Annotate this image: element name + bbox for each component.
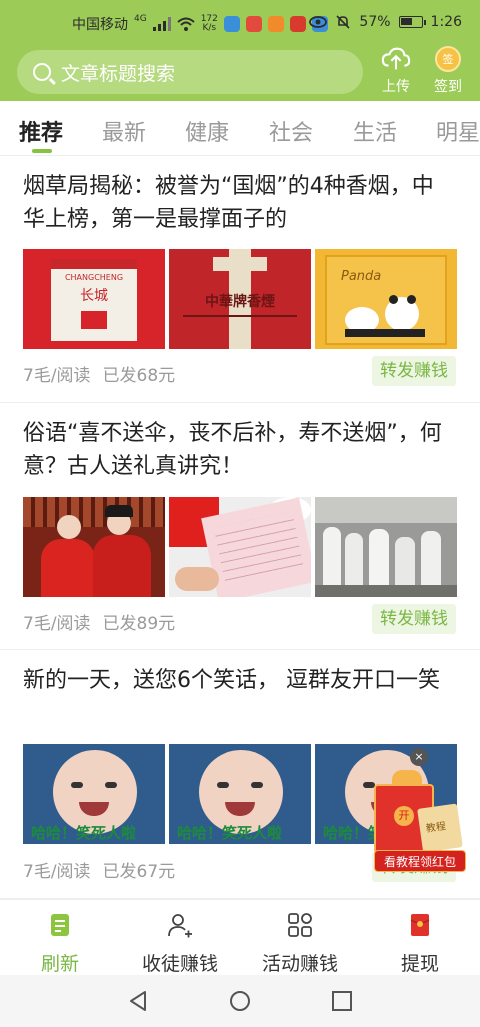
tab-latest[interactable]: 最新 (102, 115, 146, 147)
thumbnail-zhonghua: 中華牌香煙 (169, 249, 311, 349)
app-notification-icon (267, 16, 284, 32)
search-icon (33, 63, 51, 81)
red-packet-floating-button[interactable]: × 开 教程 看教程领红包 (360, 748, 466, 874)
back-icon[interactable] (128, 990, 150, 1012)
book-text: 教程 (425, 821, 447, 835)
checkin-button[interactable]: 签 签到 (426, 44, 470, 96)
article-card[interactable]: 烟草局揭秘：被誉为“国烟”的4种香烟，中华上榜，第一是最撑面子的 CHANGCH… (0, 156, 480, 403)
nav-label: 收徒赚钱 (141, 953, 218, 975)
net-speed: 172 K/s (201, 15, 218, 33)
article-meta: 7毛/阅读 已发89元 (23, 609, 175, 634)
close-icon[interactable]: × (410, 748, 428, 766)
user-add-icon (168, 914, 192, 938)
thumbnail-couple (23, 497, 165, 597)
nav-recruit[interactable]: 收徒赚钱 (120, 912, 240, 976)
top-header: 中国移动 4G 172 K/s 57% 1:26 文章标题搜索 上传 签 签到 (0, 0, 480, 101)
network-type: 4G (134, 14, 147, 24)
article-title[interactable]: 烟草局揭秘：被誉为“国烟”的4种香烟，中华上榜，第一是最撑面子的 (23, 170, 453, 236)
thumb-text: CHANGCHENG (64, 273, 124, 282)
coin-text: 签 (442, 53, 454, 66)
open-text: 开 (394, 806, 414, 826)
article-title[interactable]: 俗语“喜不送伞，丧不后补，寿不送烟”，何意？古人送礼真讲究！ (23, 417, 453, 483)
checkin-label: 签到 (434, 79, 462, 95)
thumbnail-baby: 哈哈！笑死人啦 (23, 744, 165, 844)
read-rate: 7毛/阅读 (23, 366, 91, 386)
tutorial-book-icon: 教程 (417, 803, 463, 853)
thumbnail-funeral (315, 497, 457, 597)
thumbnail-changcheng: CHANGCHENG 长城 (23, 249, 165, 349)
tab-recommend[interactable]: 推荐 (19, 115, 63, 147)
nav-label: 刷新 (40, 953, 79, 975)
share-earn-button[interactable]: 转发赚钱 (372, 604, 456, 634)
tab-celebrity[interactable]: 明星 (436, 115, 480, 147)
thumbnail-panda: Panda (315, 249, 457, 349)
nav-label: 活动赚钱 (261, 953, 338, 975)
share-earn-button[interactable]: 转发赚钱 (372, 356, 456, 386)
category-tabs: 推荐 最新 健康 社会 生活 明星 (0, 101, 480, 156)
carrier-name: 中国移动 (72, 17, 128, 33)
article-meta: 7毛/阅读 已发67元 (23, 857, 175, 882)
tab-health[interactable]: 健康 (185, 115, 229, 147)
signal-icon (152, 17, 171, 31)
coin-icon: 签 (435, 46, 461, 72)
cloud-upload-icon (381, 47, 411, 70)
nav-refresh[interactable]: 刷新 (0, 912, 120, 976)
paid-amount: 已发89元 (102, 614, 176, 634)
status-bar: 中国移动 4G 172 K/s 57% 1:26 (0, 0, 480, 42)
upload-label: 上传 (382, 79, 410, 95)
thumb-text: 长城 (80, 288, 108, 304)
status-left: 中国移动 4G 172 K/s (72, 14, 328, 34)
app-notification-icon (223, 16, 240, 32)
thumb-text: Panda (341, 269, 382, 284)
packet-label: 看教程领红包 (374, 850, 466, 872)
thumbnail-red-envelope (169, 497, 311, 597)
paid-amount: 已发68元 (102, 366, 176, 386)
active-tab-indicator (32, 149, 52, 153)
eye-icon (309, 16, 328, 28)
read-rate: 7毛/阅读 (23, 862, 91, 882)
battery-icon (398, 16, 426, 28)
article-title[interactable]: 新的一天，送您6个笑话， 逗群友开口一笑 (23, 664, 453, 697)
article-images: CHANGCHENG 长城 中華牌香煙 Panda (23, 249, 457, 349)
article-card[interactable]: 俗语“喜不送伞，丧不后补，寿不送烟”，何意？古人送礼真讲究！ 7毛/阅读 已发8… (0, 403, 480, 650)
home-icon[interactable] (229, 990, 251, 1012)
bottom-navigation: 刷新 收徒赚钱 活动赚钱 提现 (0, 899, 480, 975)
app-screen: 中国移动 4G 172 K/s 57% 1:26 文章标题搜索 上传 签 签到 … (0, 0, 480, 1027)
thumb-text: 中華牌香煙 (205, 294, 275, 310)
thumbnail-baby: 哈哈！笑死人啦 (169, 744, 311, 844)
tab-life[interactable]: 生活 (353, 115, 397, 147)
system-navigation-bar (0, 975, 480, 1027)
grid-icon (288, 913, 312, 937)
refresh-doc-icon (51, 914, 69, 936)
status-right: 57% 1:26 (309, 14, 462, 30)
tab-society[interactable]: 社会 (269, 115, 313, 147)
mute-bell-icon (336, 15, 350, 29)
paid-amount: 已发67元 (102, 862, 176, 882)
nav-activity[interactable]: 活动赚钱 (240, 912, 360, 976)
nav-withdraw[interactable]: 提现 (360, 912, 480, 976)
search-placeholder: 文章标题搜索 (61, 62, 176, 85)
battery-percent: 57% (359, 14, 391, 30)
upload-button[interactable]: 上传 (374, 44, 418, 96)
red-envelope-icon (410, 914, 430, 936)
thumb-caption: 哈哈！笑死人啦 (177, 824, 283, 842)
app-notification-icon (245, 16, 262, 32)
nav-label: 提现 (400, 953, 439, 975)
recents-icon[interactable] (331, 990, 353, 1012)
article-images (23, 497, 457, 597)
read-rate: 7毛/阅读 (23, 614, 91, 634)
app-notification-icon (289, 16, 306, 32)
wifi-icon (177, 17, 195, 31)
thumb-caption: 哈哈！笑死人啦 (31, 824, 137, 842)
search-input[interactable]: 文章标题搜索 (17, 50, 363, 94)
article-meta: 7毛/阅读 已发68元 (23, 361, 175, 386)
clock: 1:26 (430, 14, 462, 30)
net-speed-unit: K/s (202, 23, 217, 33)
